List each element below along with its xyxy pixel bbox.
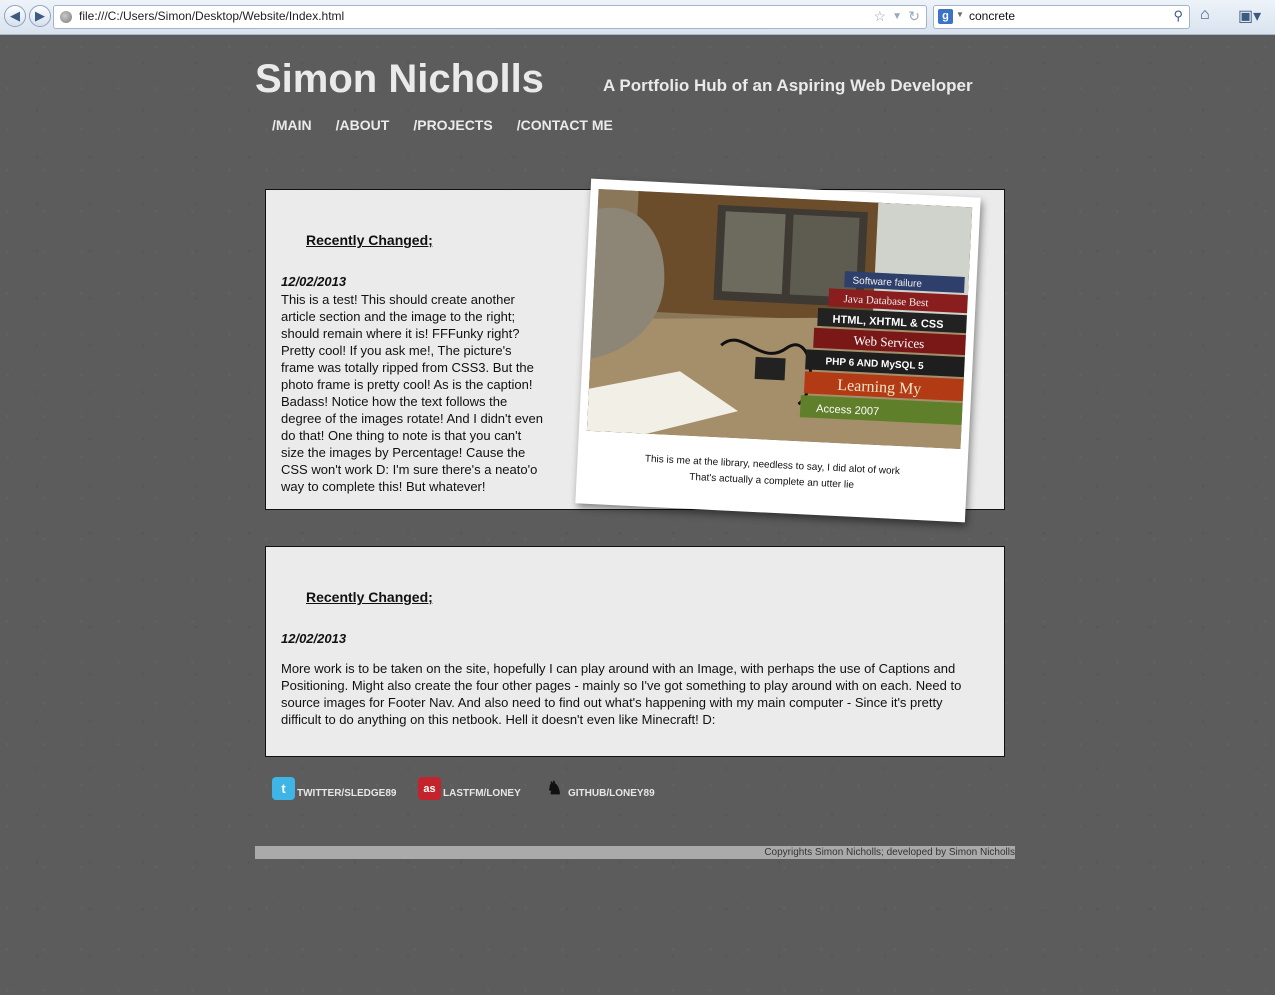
lastfm-link[interactable]: as LASTFM/LONEY — [418, 772, 521, 800]
nav-about[interactable]: /ABOUT — [336, 117, 390, 133]
github-link[interactable]: ♞ GITHUB/LONEY89 — [543, 772, 655, 800]
polaroid-frame: Software failure Java Database Best HTML… — [575, 178, 981, 523]
copyright-text: Copyrights Simon Nicholls; developed by … — [764, 847, 1015, 858]
lastfm-label: LASTFM/LONEY — [443, 788, 521, 799]
twitter-label: TWITTER/SLEDGE89 — [297, 788, 397, 799]
search-input[interactable]: concrete — [969, 9, 1015, 23]
search-icon[interactable]: ⚲ — [1173, 8, 1183, 24]
article-panel-2: Recently Changed; 12/02/2013 More work i… — [265, 546, 1005, 757]
twitter-link[interactable]: t TWITTER/SLEDGE89 — [272, 772, 396, 800]
address-bar[interactable]: file:///C:/Users/Simon/Desktop/Website/I… — [53, 5, 927, 29]
article-body: This is a test! This should create anoth… — [281, 292, 543, 494]
globe-icon — [60, 11, 72, 23]
photo-caption: This is me at the library, needless to s… — [576, 448, 967, 499]
article-date: 12/02/2013 — [281, 631, 347, 646]
bookmark-star-icon[interactable]: ☆ — [873, 8, 886, 25]
nav-contact[interactable]: /CONTACT ME — [517, 117, 613, 133]
site-title: Simon Nicholls — [255, 57, 544, 101]
search-bar[interactable]: g ▼ concrete ⚲ — [933, 5, 1190, 29]
article-heading: Recently Changed; — [306, 589, 433, 605]
github-label: GITHUB/LONEY89 — [568, 788, 655, 799]
article-date: 12/02/2013 — [281, 274, 347, 289]
github-octocat-icon: ♞ — [546, 778, 563, 798]
forward-arrow-icon: ▶ — [35, 8, 45, 23]
library-photo: Software failure Java Database Best HTML… — [586, 189, 973, 450]
twitter-icon: t — [272, 777, 295, 800]
browser-toolbar: ◀ ▶ file:///C:/Users/Simon/Desktop/Websi… — [0, 0, 1275, 35]
main-nav: /MAIN /ABOUT /PROJECTS /CONTACT ME — [272, 117, 613, 133]
back-arrow-icon: ◀ — [10, 8, 20, 23]
address-bar-url: file:///C:/Users/Simon/Desktop/Website/I… — [79, 9, 345, 23]
reload-icon[interactable]: ↻ — [908, 8, 920, 25]
history-dropdown-icon[interactable]: ▼ — [892, 11, 902, 22]
engine-dropdown-icon[interactable]: ▼ — [956, 10, 964, 19]
footer-bar: Copyrights Simon Nicholls; developed by … — [255, 846, 1015, 859]
article-heading: Recently Changed; — [306, 232, 433, 248]
site-subtitle: A Portfolio Hub of an Aspiring Web Devel… — [603, 76, 973, 95]
bookmarks-menu-icon[interactable]: ▣▾ — [1238, 6, 1261, 26]
forward-button[interactable]: ▶ — [29, 5, 51, 27]
home-icon[interactable]: ⌂ — [1200, 6, 1210, 24]
article-body: More work is to be taken on the site, ho… — [281, 661, 962, 727]
page-content: Simon Nicholls A Portfolio Hub of an Asp… — [0, 35, 1275, 995]
nav-main[interactable]: /MAIN — [272, 117, 312, 133]
google-engine-icon[interactable]: g — [938, 9, 953, 24]
lastfm-icon: as — [418, 777, 441, 800]
nav-projects[interactable]: /PROJECTS — [413, 117, 492, 133]
back-button[interactable]: ◀ — [4, 5, 26, 27]
